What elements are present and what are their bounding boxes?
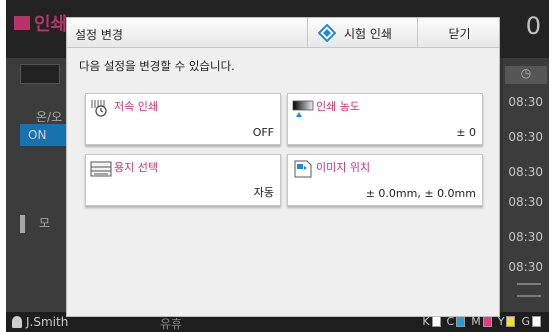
print-density-tile[interactable]: 인쇄 농도 ± 0 <box>287 93 483 145</box>
tile-label: 인쇄 농도 <box>316 100 360 113</box>
tile-value: ± 0 <box>456 126 476 139</box>
dialog-description: 다음 설정을 변경할 수 있습니다. <box>79 59 235 73</box>
close-button[interactable]: 닫기 <box>417 18 501 48</box>
tile-label: 이미지 위치 <box>316 161 371 174</box>
settings-change-dialog: 설정 변경 시험 인쇄 닫기 다음 설정을 변경할 수 있습니다. 저속 인쇄 … <box>66 17 500 317</box>
user-info[interactable]: J.Smith <box>12 315 68 329</box>
dialog-title: 설정 변경 <box>75 28 123 42</box>
ink-y: Y <box>498 315 516 328</box>
tile-label: 용지 선택 <box>114 161 158 174</box>
image-position-icon <box>292 159 314 179</box>
slow-print-tile[interactable]: 저속 인쇄 OFF <box>85 93 281 145</box>
dialog-header: 설정 변경 시험 인쇄 닫기 <box>67 18 499 48</box>
ink-g: G <box>521 315 541 328</box>
tile-value: ± 0.0mm, ± 0.0mm <box>365 187 476 200</box>
test-print-icon <box>317 23 337 43</box>
tile-value: 자동 <box>253 186 274 199</box>
paper-tray-icon <box>90 159 112 179</box>
paper-select-tile[interactable]: 용지 선택 자동 <box>85 154 281 206</box>
device-status: 유휴 <box>160 317 183 331</box>
print-density-icon <box>292 98 314 118</box>
test-print-button[interactable]: 시험 인쇄 <box>307 18 417 48</box>
tile-value: OFF <box>252 126 274 139</box>
user-icon <box>12 316 22 328</box>
slow-print-icon <box>90 98 112 118</box>
image-position-tile[interactable]: 이미지 위치 ± 0.0mm, ± 0.0mm <box>287 154 483 206</box>
tile-label: 저속 인쇄 <box>114 100 158 113</box>
